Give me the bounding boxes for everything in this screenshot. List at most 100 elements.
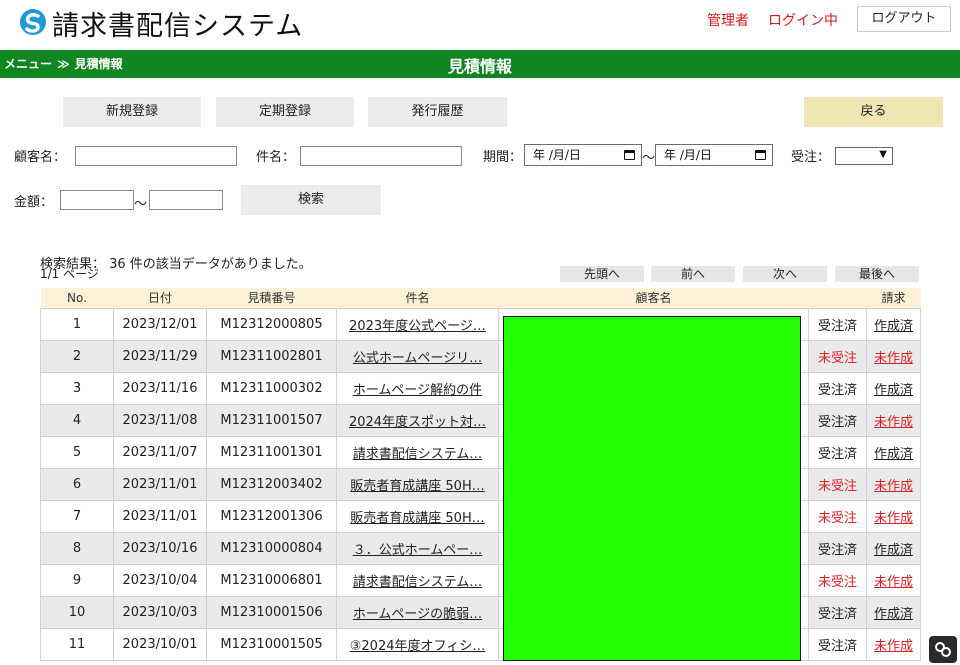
row-no: 5: [40, 435, 114, 469]
row-invoice-link-text[interactable]: 作成済: [874, 383, 913, 398]
row-invoice-link[interactable]: 作成済: [866, 307, 921, 341]
issue-history-button[interactable]: 発行履歴: [368, 97, 507, 127]
nav-bar: メニュー ≫ 見積情報 見積情報: [0, 50, 960, 78]
row-invoice-link-text[interactable]: 未作成: [874, 639, 913, 654]
row-invoice-link[interactable]: 未作成: [866, 403, 921, 437]
amount-min-input[interactable]: [60, 190, 134, 210]
period-to-text: 年 /月/日: [664, 148, 712, 162]
row-invoice-link[interactable]: 未作成: [866, 563, 921, 597]
row-subject-link[interactable]: ホームページの脆弱…: [336, 595, 499, 629]
row-subject-link[interactable]: 請求書配信システム…: [336, 563, 499, 597]
period-from-date[interactable]: 年 /月/日: [524, 144, 642, 166]
row-invoice-link-text[interactable]: 作成済: [874, 543, 913, 558]
row-estimate-no: M12311001301: [206, 435, 337, 469]
row-invoice-link-text[interactable]: 未作成: [874, 479, 913, 494]
row-subject-link[interactable]: ホームページ解約の件: [336, 371, 499, 405]
header-subject: 件名: [336, 288, 499, 308]
app-title: 請求書配信システム: [52, 11, 304, 42]
row-subject-link-text[interactable]: 請求書配信システム…: [338, 571, 498, 590]
recurring-registration-button[interactable]: 定期登録: [216, 97, 354, 127]
first-page-button[interactable]: 先頭へ: [560, 266, 644, 282]
row-order-status: 受注済: [808, 627, 867, 661]
row-subject-link-text[interactable]: ホームページの脆弱…: [338, 603, 498, 622]
row-subject-link-text[interactable]: ③2024年度オフィシ…: [338, 635, 498, 654]
search-button[interactable]: 検索: [241, 185, 381, 215]
calendar-icon[interactable]: [624, 150, 635, 160]
row-subject-link-text[interactable]: 2023年度公式ページ…: [338, 315, 498, 334]
row-subject-link[interactable]: 販売者育成講座 50H…: [336, 467, 499, 501]
new-registration-button[interactable]: 新規登録: [63, 97, 201, 127]
row-date: 2023/10/16: [113, 531, 207, 565]
period-to-date[interactable]: 年 /月/日: [655, 144, 773, 166]
row-order-status: 未受注: [808, 467, 867, 501]
amount-max-input[interactable]: [149, 190, 223, 210]
row-order-status: 受注済: [808, 531, 867, 565]
row-invoice-link-text[interactable]: 未作成: [874, 415, 913, 430]
row-estimate-no: M12311000302: [206, 371, 337, 405]
logout-button[interactable]: ログアウト: [857, 6, 951, 32]
row-subject-link-text[interactable]: 請求書配信システム…: [338, 443, 498, 462]
customer-name-input[interactable]: [75, 146, 237, 166]
row-no: 6: [40, 467, 114, 501]
link-icon: [935, 642, 951, 657]
row-subject-link-text[interactable]: 公式ホームページリ…: [338, 347, 498, 366]
row-date: 2023/10/04: [113, 563, 207, 597]
row-order-status: 未受注: [808, 563, 867, 597]
floating-action-button[interactable]: [929, 636, 957, 663]
row-date: 2023/11/01: [113, 467, 207, 501]
row-invoice-link[interactable]: 未作成: [866, 499, 921, 533]
page-indicator: 1/1 ページ: [40, 267, 99, 281]
row-invoice-link[interactable]: 作成済: [866, 595, 921, 629]
subject-input[interactable]: [300, 146, 462, 166]
row-estimate-no: M12311001507: [206, 403, 337, 437]
row-date: 2023/11/07: [113, 435, 207, 469]
row-subject-link[interactable]: ③2024年度オフィシ…: [336, 627, 499, 661]
row-invoice-link[interactable]: 作成済: [866, 435, 921, 469]
row-subject-link[interactable]: 2023年度公式ページ…: [336, 307, 499, 341]
row-estimate-no: M12310006801: [206, 563, 337, 597]
row-subject-link-text[interactable]: ホームページ解約の件: [338, 379, 498, 398]
row-invoice-link[interactable]: 未作成: [866, 339, 921, 373]
row-estimate-no: M12310001505: [206, 627, 337, 661]
row-invoice-link-text[interactable]: 未作成: [874, 575, 913, 590]
row-order-status: 受注済: [808, 435, 867, 469]
row-date: 2023/10/01: [113, 627, 207, 661]
row-subject-link[interactable]: 販売者育成講座 50H…: [336, 499, 499, 533]
order-status-select[interactable]: ▼: [835, 147, 893, 165]
row-date: 2023/12/01: [113, 307, 207, 341]
row-estimate-no: M12310001506: [206, 595, 337, 629]
row-date: 2023/11/08: [113, 403, 207, 437]
row-invoice-link[interactable]: 作成済: [866, 531, 921, 565]
row-invoice-link-text[interactable]: 未作成: [874, 351, 913, 366]
row-subject-link[interactable]: 請求書配信システム…: [336, 435, 499, 469]
row-subject-link[interactable]: 2024年度スポット対…: [336, 403, 499, 437]
row-order-status: 受注済: [808, 371, 867, 405]
row-subject-link-text[interactable]: ３．公式ホームペー…: [338, 539, 498, 558]
calendar-icon[interactable]: [755, 150, 766, 160]
header-order: [808, 288, 867, 308]
row-subject-link-text[interactable]: 販売者育成講座 50H…: [338, 507, 498, 526]
row-order-status: 受注済: [808, 307, 867, 341]
customer-name-label: 顧客名：: [14, 150, 67, 165]
row-subject-link[interactable]: 公式ホームページリ…: [336, 339, 499, 373]
next-page-button[interactable]: 次へ: [743, 266, 827, 282]
row-subject-link[interactable]: ３．公式ホームペー…: [336, 531, 499, 565]
row-no: 1: [40, 307, 114, 341]
row-invoice-link-text[interactable]: 未作成: [874, 511, 913, 526]
prev-page-button[interactable]: 前へ: [651, 266, 735, 282]
amount-label: 金額：: [14, 195, 54, 210]
row-subject-link-text[interactable]: 2024年度スポット対…: [338, 411, 498, 430]
page-title: 見積情報: [447, 57, 512, 76]
row-invoice-link-text[interactable]: 作成済: [874, 319, 913, 334]
row-invoice-link-text[interactable]: 作成済: [874, 607, 913, 622]
row-invoice-link-text[interactable]: 作成済: [874, 447, 913, 462]
last-page-button[interactable]: 最後へ: [835, 266, 919, 282]
row-subject-link-text[interactable]: 販売者育成講座 50H…: [338, 475, 498, 494]
row-date: 2023/10/03: [113, 595, 207, 629]
back-button[interactable]: 戻る: [804, 97, 943, 127]
row-no: 11: [40, 627, 114, 661]
row-invoice-link[interactable]: 未作成: [866, 467, 921, 501]
row-invoice-link[interactable]: 未作成: [866, 627, 921, 661]
login-status: ログイン中: [768, 13, 838, 29]
row-invoice-link[interactable]: 作成済: [866, 371, 921, 405]
